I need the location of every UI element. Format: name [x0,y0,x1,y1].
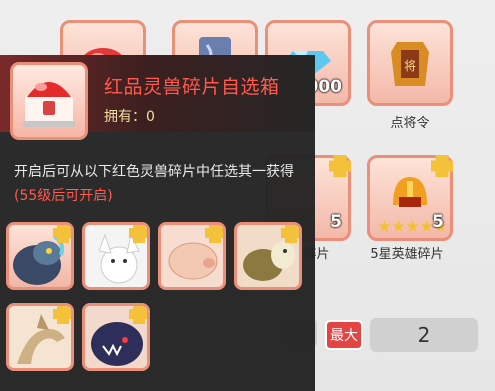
fragment-option-dark-wolf[interactable] [82,303,150,371]
helmet-icon [385,171,435,225]
red-chest-icon [10,62,88,140]
fragment-tag-icon [329,155,351,177]
fragment-option-pig[interactable] [158,222,226,290]
item-title: 红品灵兽碎片自选箱 [104,76,280,98]
inventory-item-summon-token[interactable]: 将 [367,20,453,106]
inventory-item-label: 5星英雄碎片 [370,247,444,262]
item-description: 开启后可从以下红色灵兽碎片中任选其一获得 (55级后可开启) [14,160,304,208]
item-qty: 5 [432,212,444,232]
owned-count: 拥有：0 [104,109,155,125]
fragment-option-white-fox[interactable] [82,222,150,290]
item-tooltip: 红品灵兽碎片自选箱 拥有：0 开启后可从以下红色灵兽碎片中任选其一获得 (55级后… [0,55,315,391]
token-icon: 将 [385,30,435,96]
fragment-option-turtle[interactable] [234,222,302,290]
fragment-option-sand-dragon[interactable] [6,303,74,371]
quantity-field[interactable]: 2 [370,318,478,352]
inventory-item-label: 点将令 [390,116,430,131]
max-button[interactable]: 最大 [325,320,363,350]
item-qty: 5 [330,212,342,232]
unlock-hint: (55级后可开启) [14,188,113,204]
description-text: 开启后可从以下红色灵兽碎片中任选其一获得 [14,164,294,180]
fragment-option-blue-wolf[interactable] [6,222,74,290]
inventory-item-hero-fragment[interactable]: 5 [367,155,453,241]
svg-text:将: 将 [404,59,416,73]
